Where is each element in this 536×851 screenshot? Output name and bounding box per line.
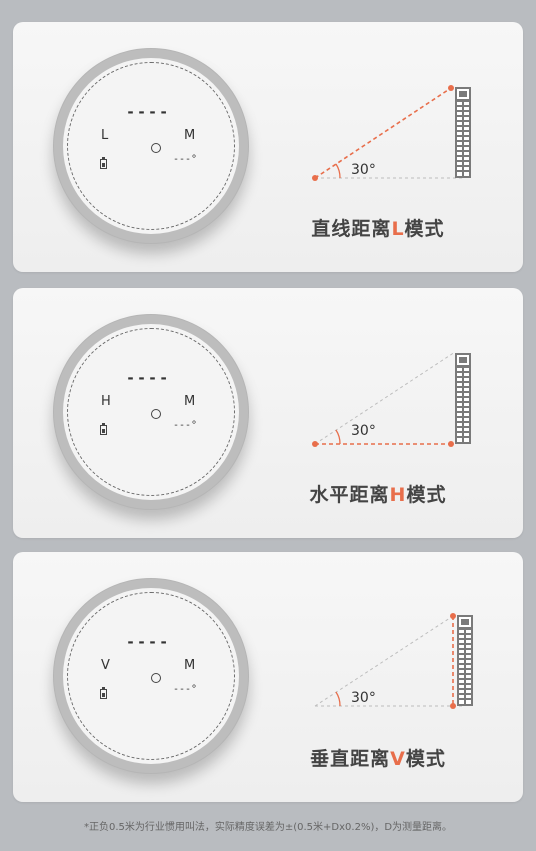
measured-line xyxy=(314,87,452,179)
rangefinder-eyepiece: ---- H M ---° xyxy=(53,314,249,510)
unit-indicator: M xyxy=(184,394,196,409)
mode-indicator: V xyxy=(101,658,110,673)
mode-title: 垂直距离V模式 xyxy=(263,744,493,771)
battery-icon xyxy=(100,687,107,699)
rangefinder-eyepiece: ---- V M ---° xyxy=(53,578,249,774)
measurement-diagram: 30° xyxy=(314,613,473,709)
distance-readout: ---- xyxy=(126,103,171,121)
distance-readout: ---- xyxy=(126,633,171,651)
building-icon xyxy=(455,87,471,178)
angle-arc xyxy=(335,691,341,707)
target-point xyxy=(448,441,454,447)
observer-point xyxy=(312,175,318,181)
crosshair-icon xyxy=(151,143,161,153)
diagram-angle-label: 30° xyxy=(351,423,376,439)
building-icon xyxy=(457,615,473,706)
mode-indicator: L xyxy=(101,128,109,143)
angle-arc xyxy=(335,429,341,445)
mode-title-letter: H xyxy=(389,484,407,506)
bottom-point xyxy=(450,703,456,709)
mode-title-prefix: 直线距离 xyxy=(311,218,392,240)
battery-icon xyxy=(100,423,107,435)
measurement-diagram: 30° xyxy=(312,85,471,181)
eyepiece-display: ---- H M ---° xyxy=(63,324,239,500)
diagram-angle-label: 30° xyxy=(351,162,376,178)
angle-readout: ---° xyxy=(173,154,198,165)
mode-indicator: H xyxy=(101,394,111,409)
angle-arc xyxy=(335,163,341,179)
mode-title: 直线距离L模式 xyxy=(263,214,493,241)
diagram-angle-label: 30° xyxy=(351,690,376,706)
distance-readout: ---- xyxy=(126,369,171,387)
mode-title-prefix: 水平距离 xyxy=(309,484,390,506)
mode-title-letter: L xyxy=(391,218,405,240)
crosshair-icon xyxy=(151,409,161,419)
eyepiece-display: ---- L M ---° xyxy=(63,58,239,234)
mode-card-straight-line: ---- L M ---° 30° 直线距离L模式 xyxy=(13,22,523,272)
mode-title-letter: V xyxy=(390,748,406,770)
accuracy-footnote: *正负0.5米为行业惯用叫法，实际精度误差为±(0.5米+Dx0.2%)，D为测… xyxy=(83,822,453,833)
rangefinder-eyepiece: ---- L M ---° xyxy=(53,48,249,244)
mode-card-horizontal: ---- H M ---° 30° 水平距离H模式 xyxy=(13,288,523,538)
angle-readout: ---° xyxy=(173,420,198,431)
unit-indicator: M xyxy=(184,658,196,673)
unit-indicator: M xyxy=(184,128,196,143)
mode-title-suffix: 模式 xyxy=(405,748,446,770)
top-point xyxy=(450,613,456,619)
measurement-diagram: 30° xyxy=(312,351,471,447)
mode-card-vertical: ---- V M ---° 30° 垂直距离V模式 xyxy=(13,552,523,802)
crosshair-icon xyxy=(151,673,161,683)
building-icon xyxy=(455,353,471,444)
observer-point xyxy=(312,441,318,447)
angle-readout: ---° xyxy=(173,684,198,695)
mode-title: 水平距离H模式 xyxy=(263,480,493,507)
mode-title-suffix: 模式 xyxy=(404,218,445,240)
target-point xyxy=(448,85,454,91)
battery-icon xyxy=(100,157,107,169)
eyepiece-display: ---- V M ---° xyxy=(63,588,239,764)
mode-title-prefix: 垂直距离 xyxy=(310,748,391,770)
mode-title-suffix: 模式 xyxy=(406,484,447,506)
